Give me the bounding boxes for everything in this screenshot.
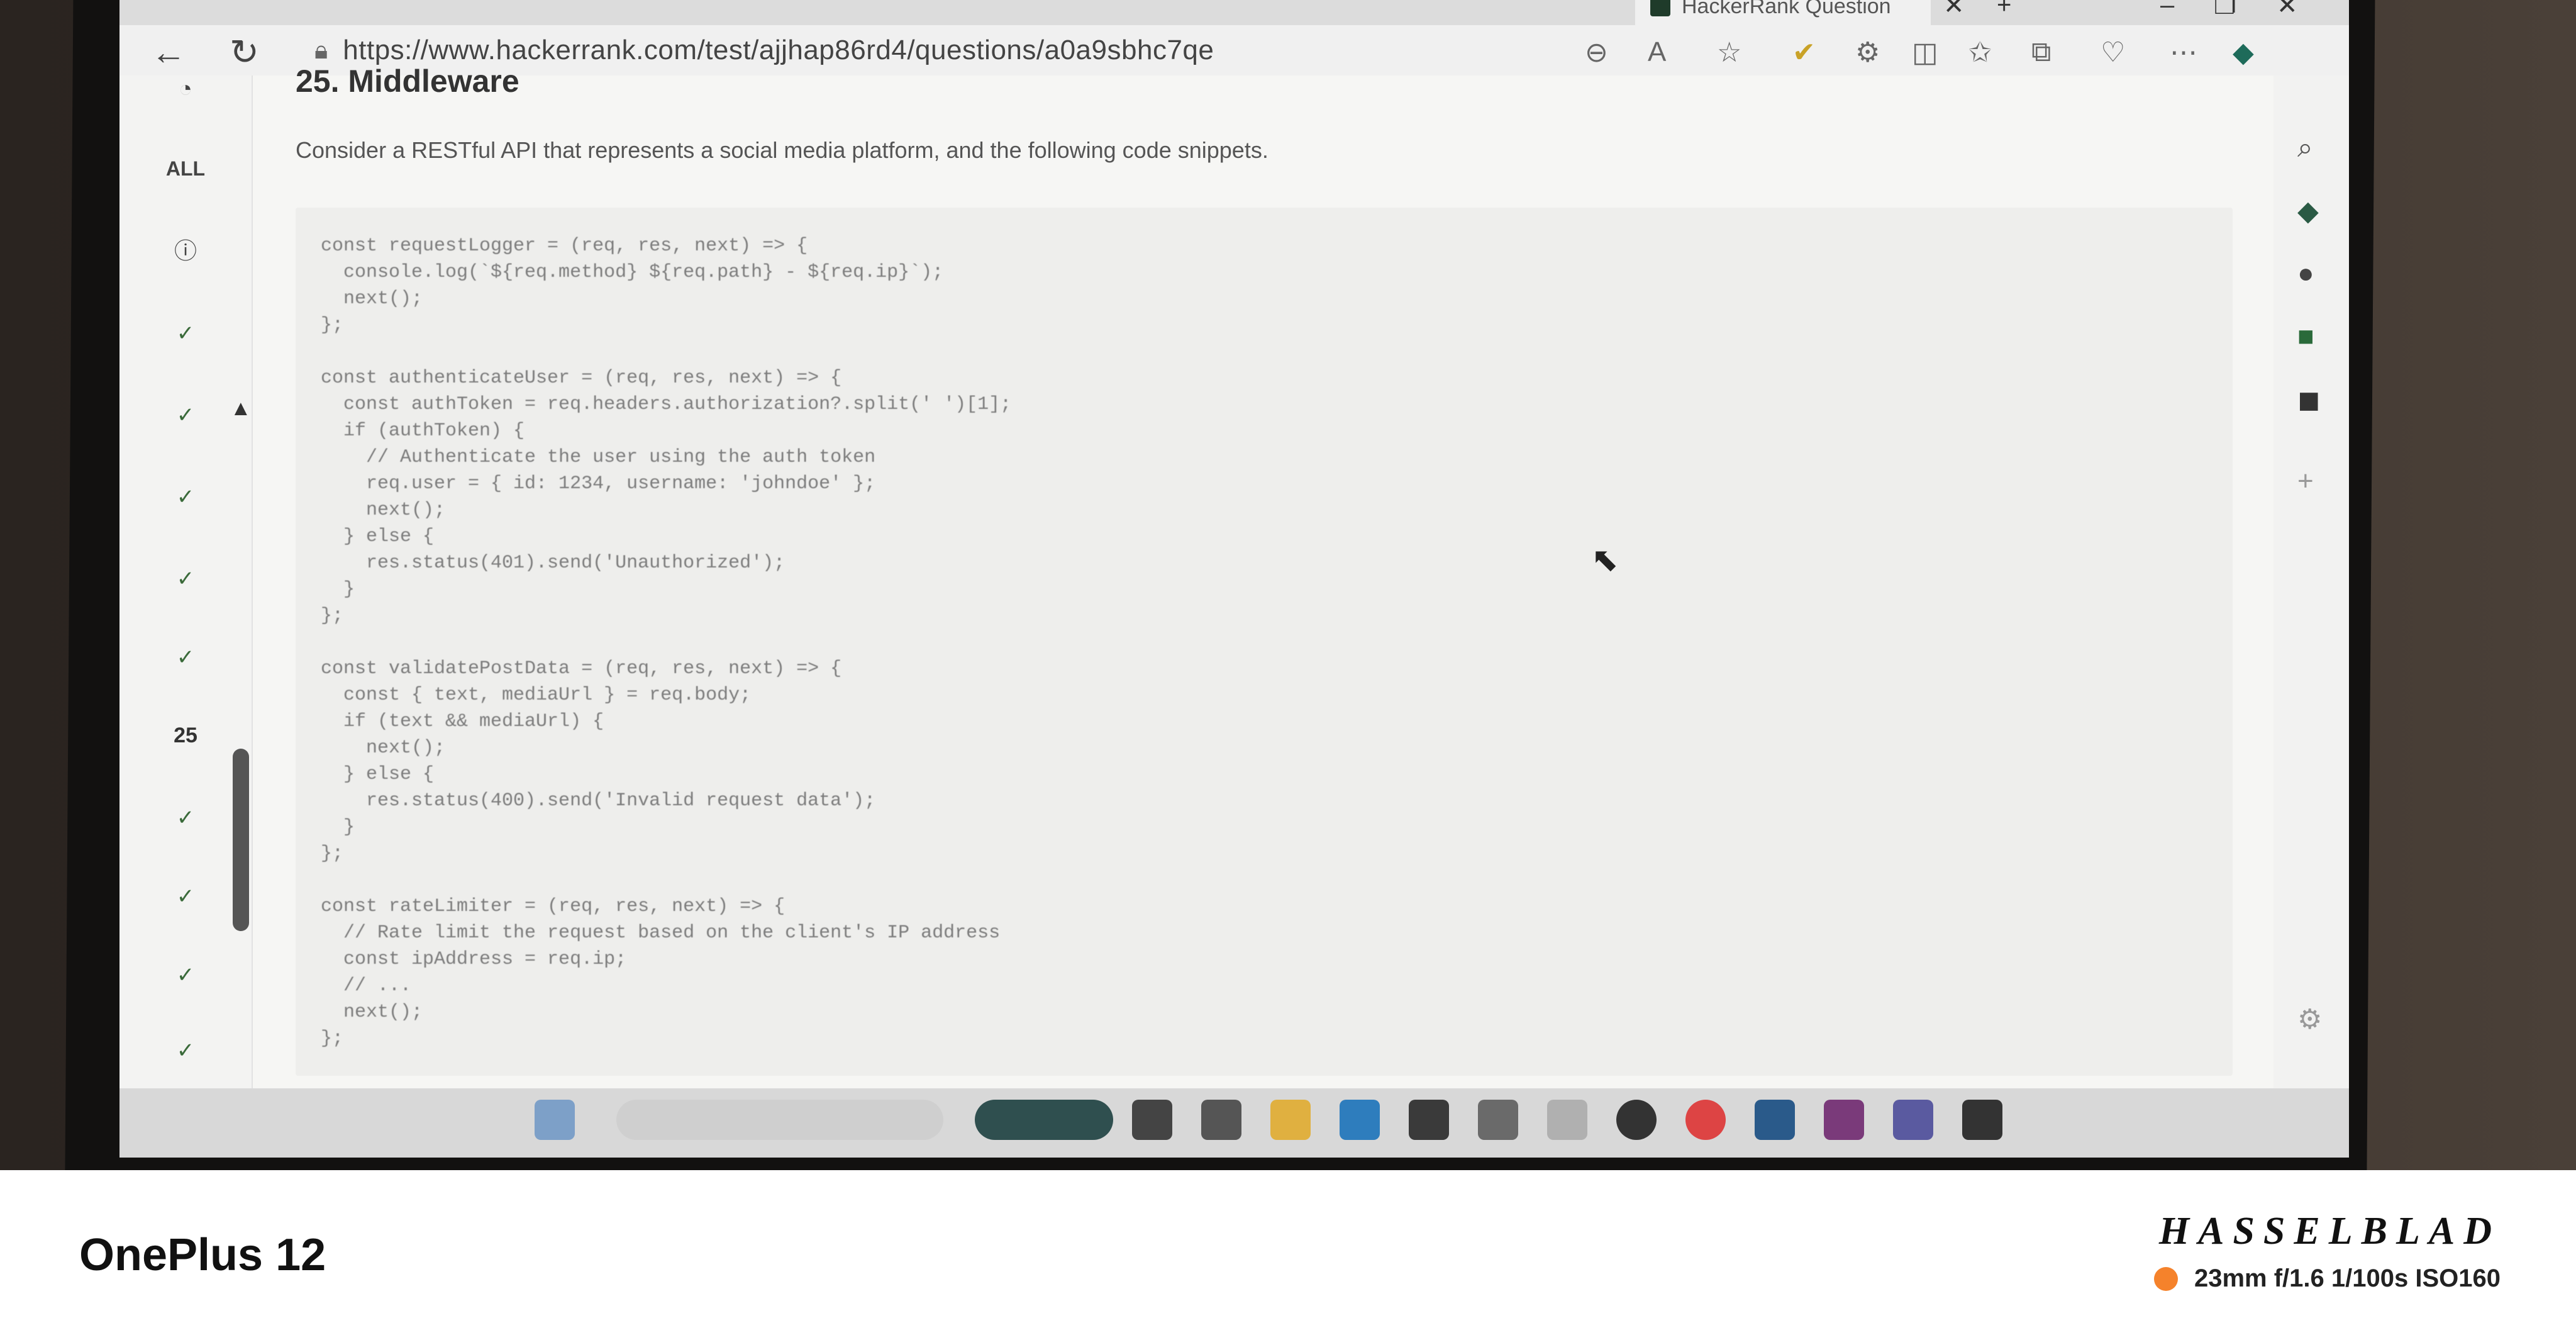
tab-strip: HackerRank Question - Middlew ✕ + – ❐ ✕: [119, 0, 2349, 25]
close-window-icon[interactable]: ✕: [2277, 0, 2298, 20]
app-icon[interactable]: [1962, 1100, 2002, 1140]
browser-sidebar: ⌕ ◆ ● ■ ◼ + ⚙: [2273, 75, 2349, 1158]
store-icon[interactable]: [1409, 1100, 1449, 1140]
orange-dot-icon: [2154, 1266, 2178, 1291]
camera-specs: 23mm f/1.6 1/100s ISO160: [2154, 1265, 2501, 1293]
widgets-icon[interactable]: [535, 1100, 575, 1140]
teams-icon[interactable]: [1893, 1100, 1933, 1140]
question-title: 25. Middleware: [296, 64, 519, 99]
task-view-icon[interactable]: [1201, 1100, 1241, 1140]
mouse-cursor-icon: ⬉: [1591, 542, 1619, 578]
info-icon[interactable]: ⓘ: [119, 233, 252, 265]
copilot-pill-icon[interactable]: [975, 1100, 1113, 1140]
add-sidebar-app-icon[interactable]: +: [2297, 466, 2314, 497]
question-done-check-icon[interactable]: ✓: [119, 484, 252, 510]
url-text: https://www.hackerrank.com/test/ajjhap86…: [343, 35, 1214, 65]
nav-scrollbar[interactable]: [233, 749, 249, 931]
chrome-icon[interactable]: [1685, 1100, 1726, 1140]
monitor-screen: HackerRank Question - Middlew ✕ + – ❐ ✕ …: [119, 0, 2349, 1158]
restore-icon[interactable]: ❐: [2214, 0, 2236, 20]
close-tab-icon[interactable]: ✕: [1943, 0, 1965, 20]
all-questions-link[interactable]: ALL: [119, 157, 252, 181]
current-question-number[interactable]: 25: [119, 723, 252, 748]
outlook-app-icon[interactable]: [1755, 1100, 1795, 1140]
sidebar-settings-icon[interactable]: ⚙: [2297, 1003, 2322, 1036]
camera-specs-text: 23mm f/1.6 1/100s ISO160: [2194, 1265, 2501, 1292]
tab-title: HackerRank Question - Middlew: [1682, 0, 1896, 18]
outlook-icon[interactable]: ◼: [2297, 384, 2321, 416]
back-icon[interactable]: ←: [151, 31, 186, 72]
question-done-check-icon[interactable]: ✓: [119, 645, 252, 670]
question-nav-rail: ◔ ALL ⓘ ▲ ✓ ✓ ✓ ✓ ✓ 25 ✓ ✓ ✓ ✓: [119, 75, 253, 1158]
app-icon[interactable]: [1616, 1100, 1657, 1140]
shopping-icon[interactable]: ◆: [2297, 195, 2319, 227]
question-done-check-icon[interactable]: ✓: [119, 963, 252, 988]
question-done-check-icon[interactable]: ✓: [119, 884, 252, 909]
taskbar: [119, 1088, 2349, 1158]
file-explorer-icon[interactable]: [1270, 1100, 1311, 1140]
onenote-icon[interactable]: [1824, 1100, 1864, 1140]
camera-caption-strip: OnePlus 12 HASSELBLAD 23mm f/1.6 1/100s …: [0, 1170, 2576, 1340]
hasselblad-logo: HASSELBLAD: [2158, 1210, 2501, 1253]
app-icon[interactable]: [1478, 1100, 1518, 1140]
refresh-icon[interactable]: ↻: [230, 31, 259, 73]
app-icon[interactable]: [1547, 1100, 1587, 1140]
code-snippet: const requestLogger = (req, res, next) =…: [321, 235, 1012, 1049]
question-done-check-icon[interactable]: ✓: [119, 321, 252, 346]
edge-icon[interactable]: [1340, 1100, 1380, 1140]
lock-icon: 🔒︎: [314, 36, 328, 64]
question-content: 25. Middleware Consider a RESTful API th…: [296, 63, 2255, 1158]
file-icon[interactable]: [1132, 1100, 1172, 1140]
question-done-check-icon[interactable]: ✓: [119, 1038, 252, 1063]
photo-area: HackerRank Question - Middlew ✕ + – ❐ ✕ …: [0, 0, 2576, 1170]
hackerrank-favicon-icon: [1650, 0, 1670, 16]
taskbar-search-icon[interactable]: [616, 1100, 943, 1140]
code-snippet-box: const requestLogger = (req, res, next) =…: [296, 208, 2233, 1076]
tab-hackerrank[interactable]: HackerRank Question - Middlew: [1635, 0, 1931, 25]
new-tab-icon[interactable]: +: [1997, 0, 2011, 20]
minimize-icon[interactable]: –: [2160, 0, 2174, 20]
device-name: OnePlus 12: [79, 1230, 326, 1280]
office-icon[interactable]: ■: [2297, 321, 2314, 352]
search-icon[interactable]: ⌕: [2297, 132, 2313, 164]
question-done-check-icon[interactable]: ✓: [119, 566, 252, 591]
question-text: Consider a RESTful API that represents a…: [296, 137, 1269, 163]
timer-icon[interactable]: ◔: [119, 75, 252, 102]
question-done-check-icon[interactable]: ✓: [119, 805, 252, 830]
games-icon[interactable]: ●: [2297, 258, 2314, 289]
question-done-check-icon[interactable]: ✓: [119, 403, 252, 428]
